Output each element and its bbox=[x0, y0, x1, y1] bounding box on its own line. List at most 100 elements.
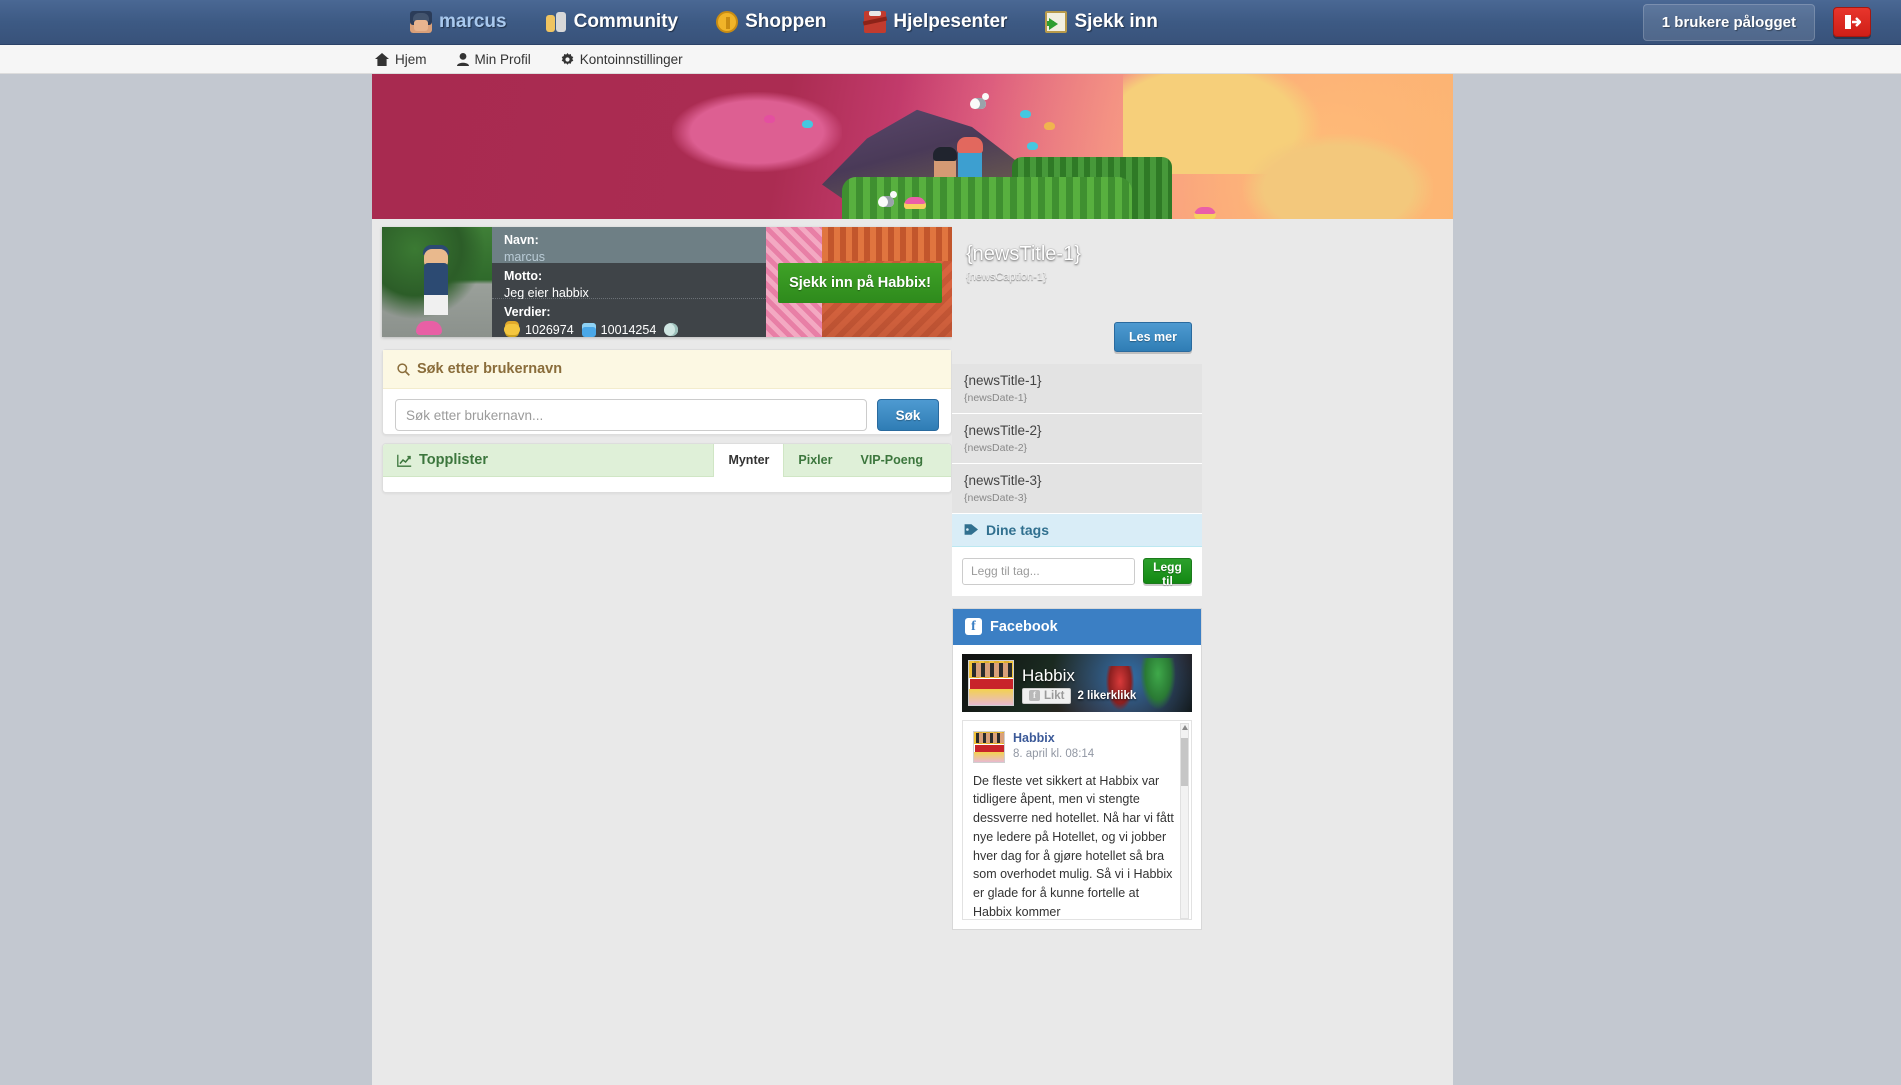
nav-item-checkin[interactable]: Sjekk inn bbox=[1045, 11, 1158, 33]
tab-mynter[interactable]: Mynter bbox=[713, 444, 785, 477]
news-item-date: {newsDate-2} bbox=[964, 441, 1028, 454]
search-input[interactable] bbox=[395, 399, 867, 431]
facebook-panel-body: Habbix f Likt 2 likerklikk Habbix 8. apr… bbox=[953, 644, 1201, 929]
facebook-post: Habbix 8. april kl. 08:14 De fleste vet … bbox=[963, 721, 1191, 919]
nav-item-profile-label: marcus bbox=[439, 11, 507, 32]
search-panel-body: Søk bbox=[383, 389, 951, 441]
profile-motto-label: Motto: bbox=[504, 269, 543, 283]
nav-item-shop[interactable]: Shoppen bbox=[716, 11, 826, 33]
facebook-like-label: Likt bbox=[1044, 689, 1065, 702]
checkin-roof-decoration bbox=[822, 227, 952, 261]
add-tag-input[interactable] bbox=[962, 557, 1135, 585]
nav-item-profile[interactable]: marcus bbox=[410, 11, 507, 33]
users-online-badge[interactable]: 1 brukere pålogget bbox=[1642, 3, 1815, 41]
logout-button[interactable] bbox=[1833, 7, 1871, 37]
news-list-item-3[interactable]: {newsTitle-3} {newsDate-3} bbox=[952, 463, 1202, 514]
seashell-icon bbox=[664, 323, 679, 337]
scroll-up-arrow-icon[interactable] bbox=[1182, 724, 1188, 730]
news-list-item-2[interactable]: {newsTitle-2} {newsDate-2} bbox=[952, 413, 1202, 464]
toplist-tabs: Mynter Pixler VIP-Poeng bbox=[713, 444, 937, 477]
check-in-icon bbox=[1045, 11, 1068, 33]
facebook-post-avatar bbox=[973, 730, 1005, 763]
profile-currencies: 1026974 10014254 bbox=[504, 322, 754, 337]
tab-pixler[interactable]: Pixler bbox=[784, 444, 846, 477]
gear-icon bbox=[561, 52, 574, 65]
hero-pink-cloud bbox=[672, 92, 842, 172]
news-item-title: {newsTitle-1} bbox=[964, 373, 1042, 388]
facebook-post-scrollbar[interactable] bbox=[1180, 722, 1189, 919]
facebook-mini-icon: f bbox=[1029, 690, 1040, 702]
profile-info-column: Navn: marcus Motto: Jeg eier habbix Verd… bbox=[492, 227, 766, 337]
nav-item-shop-label: Shoppen bbox=[745, 11, 827, 32]
profile-name-label: Navn: bbox=[504, 233, 539, 247]
top-nav-links: marcus Community Shoppen Hjelpesenter Sj… bbox=[410, 11, 1158, 33]
facebook-page-logo bbox=[968, 659, 1014, 706]
tags-panel: Dine tags Legg til bbox=[952, 513, 1202, 596]
add-tag-button[interactable]: Legg til bbox=[1143, 558, 1192, 588]
avatar-body bbox=[424, 263, 448, 315]
news-list-item-1[interactable]: {newsTitle-1} {newsDate-1} bbox=[952, 364, 1202, 414]
checkin-button[interactable]: Sjekk inn på Habbix! bbox=[778, 263, 942, 303]
community-icon bbox=[545, 11, 567, 33]
read-more-button[interactable]: Les mer bbox=[1114, 322, 1192, 352]
facebook-like-row: f Likt 2 likerklikk bbox=[1022, 687, 1137, 704]
facebook-page-name: Habbix bbox=[1022, 665, 1075, 685]
news-item-title: {newsTitle-2} bbox=[964, 422, 1042, 438]
facebook-post-date: 8. april kl. 08:14 bbox=[1013, 747, 1095, 760]
subnav-item-home[interactable]: Hjem bbox=[375, 52, 427, 67]
facebook-panel: f Facebook Habbix f Likt 2 likerklikk Ha… bbox=[952, 607, 1202, 930]
cover-tree-green bbox=[1140, 657, 1176, 710]
facebook-page-info: Habbix f Likt 2 likerklikk bbox=[1022, 667, 1136, 706]
facebook-like-button[interactable]: f Likt bbox=[1022, 687, 1072, 704]
facebook-icon: f bbox=[965, 618, 982, 636]
hero-lotus-right bbox=[1194, 207, 1216, 219]
coins-value: 1026974 bbox=[525, 322, 574, 337]
secondary-navigation-bar: Hjem Min Profil Kontoinnstillinger bbox=[0, 45, 1901, 74]
subnav-item-profile[interactable]: Min Profil bbox=[456, 51, 531, 67]
subnav-item-home-label: Hjem bbox=[395, 51, 427, 67]
search-panel: Søk etter brukernavn Søk bbox=[382, 349, 952, 435]
hero-bird-top bbox=[970, 93, 989, 109]
logo-characters bbox=[972, 662, 1012, 677]
hero-banner-image bbox=[372, 74, 1453, 219]
user-icon bbox=[456, 52, 469, 66]
nav-item-checkin-label: Sjekk inn bbox=[1074, 11, 1158, 32]
hero-palm-right-bottom bbox=[1243, 134, 1433, 219]
tab-vip-poeng[interactable]: VIP-Poeng bbox=[846, 444, 937, 477]
avatar-icon bbox=[410, 11, 432, 33]
scrollbar-thumb[interactable] bbox=[1181, 737, 1188, 786]
profile-values-block: Verdier: 1026974 10014254 bbox=[492, 299, 766, 337]
featured-news-caption: {newsCaption-1} bbox=[966, 271, 1047, 283]
search-panel-header: Søk etter brukernavn bbox=[383, 350, 951, 389]
facebook-page-cover: Habbix f Likt 2 likerklikk bbox=[962, 654, 1192, 712]
top-navigation-bar: marcus Community Shoppen Hjelpesenter Sj… bbox=[0, 0, 1901, 45]
nav-item-helpcenter-label: Hjelpesenter bbox=[893, 11, 1008, 32]
nav-item-community-label: Community bbox=[573, 11, 679, 32]
nav-item-helpcenter[interactable]: Hjelpesenter bbox=[864, 11, 1007, 33]
sub-nav-links: Hjem Min Profil Kontoinnstillinger bbox=[375, 52, 683, 67]
facebook-like-count: 2 likerklikk bbox=[1077, 689, 1137, 702]
subnav-item-account-settings[interactable]: Kontoinnstillinger bbox=[561, 52, 683, 67]
subnav-item-profile-label: Min Profil bbox=[474, 51, 531, 67]
search-button[interactable]: Søk bbox=[877, 399, 939, 431]
tags-panel-body: Legg til bbox=[952, 546, 1202, 596]
logo-bottom-band bbox=[969, 688, 1013, 705]
diamond-icon bbox=[581, 322, 596, 337]
profile-card: Navn: marcus Motto: Jeg eier habbix Verd… bbox=[382, 227, 952, 337]
toplist-header: Topplister Mynter Pixler VIP-Poeng bbox=[383, 444, 951, 477]
news-item-date: {newsDate-3} bbox=[964, 491, 1028, 504]
facebook-post-author[interactable]: Habbix bbox=[1013, 731, 1094, 746]
toolbox-icon bbox=[864, 11, 887, 33]
chart-line-icon bbox=[397, 454, 412, 467]
news-item-title: {newsTitle-3} bbox=[964, 472, 1042, 488]
nav-item-community[interactable]: Community bbox=[545, 11, 679, 33]
profile-motto-block: Motto: Jeg eier habbix bbox=[492, 263, 766, 300]
facebook-post-header: Habbix 8. april kl. 08:14 bbox=[973, 730, 1181, 763]
profile-name-block: Navn: marcus bbox=[492, 227, 766, 264]
currency-diamonds: 10014254 bbox=[581, 322, 656, 337]
hero-lotus-left bbox=[904, 197, 926, 209]
facebook-post-container: Habbix 8. april kl. 08:14 De fleste vet … bbox=[962, 719, 1192, 920]
top-nav-right: 1 brukere pålogget bbox=[1642, 3, 1881, 41]
facebook-post-text: De fleste vet sikkert at Habbix var tidl… bbox=[973, 773, 1174, 919]
featured-news-block: {newsTitle-1} {newsCaption-1} Les mer bbox=[952, 219, 1202, 364]
